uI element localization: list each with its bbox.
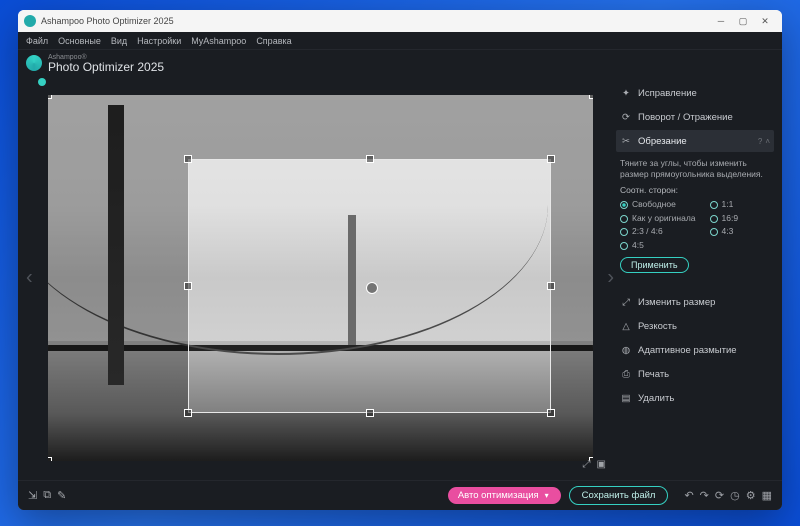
tool-delete[interactable]: ▤ Удалить: [616, 387, 774, 409]
minimize-button[interactable]: ─: [710, 13, 732, 29]
menu-help[interactable]: Справка: [256, 36, 291, 46]
crop-overlay[interactable]: [48, 95, 593, 461]
close-button[interactable]: ✕: [754, 13, 776, 29]
crop-handle-n[interactable]: [366, 155, 374, 163]
redo-icon[interactable]: ↷: [700, 489, 709, 502]
apply-crop-button[interactable]: Применить: [620, 257, 689, 273]
content-area: ‹ ›: [18, 76, 782, 480]
crop-options-panel: Тяните за углы, чтобы изменить размер пр…: [616, 154, 774, 289]
crop-handle-s[interactable]: [366, 409, 374, 417]
crop-handle-sw[interactable]: [184, 409, 192, 417]
tool-crop[interactable]: ✂ Обрезание ? ˄: [616, 130, 774, 152]
grid-icon[interactable]: ▦: [762, 489, 772, 502]
ratio-43[interactable]: 4:3: [710, 226, 739, 237]
tool-fix-label: Исправление: [638, 88, 697, 99]
ratio-23-46[interactable]: 2:3 / 4:6: [620, 226, 696, 237]
brand-row: Ashampoo® Photo Optimizer 2025: [18, 50, 782, 76]
delete-icon: ▤: [620, 393, 632, 404]
image-handle-ne[interactable]: [589, 95, 593, 99]
help-icon[interactable]: ?: [758, 137, 762, 146]
maximize-button[interactable]: ▢: [732, 13, 754, 29]
save-file-button[interactable]: Сохранить файл: [569, 486, 669, 505]
collapse-icon[interactable]: ˄: [765, 137, 770, 146]
prev-image-button[interactable]: ‹: [26, 267, 33, 290]
right-panel: ✦ Исправление ⟳ Поворот / Отражение ✂ Об…: [610, 76, 782, 480]
tool-sharpen[interactable]: △ Резкость: [616, 315, 774, 337]
ratio-original[interactable]: Как у оригинала: [620, 213, 696, 224]
tool-blur[interactable]: ◍ Адаптивное размытие: [616, 339, 774, 361]
bottom-bar: ⇲ ⧉ ✎ Авто оптимизация ▾ Сохранить файл …: [18, 480, 782, 510]
menu-settings[interactable]: Настройки: [137, 36, 181, 46]
image-handle-sw[interactable]: [48, 457, 52, 461]
tool-resize[interactable]: ⤢ Изменить размер: [616, 291, 774, 313]
brush-icon[interactable]: ✎: [57, 489, 66, 502]
history-icon[interactable]: ⟳: [715, 489, 724, 502]
crop-hint: Тяните за углы, чтобы изменить размер пр…: [620, 158, 770, 181]
crop-handle-center[interactable]: [366, 282, 378, 294]
brand-logo-icon: [26, 55, 42, 71]
timer-icon[interactable]: ◷: [730, 489, 740, 502]
menu-file[interactable]: Файл: [26, 36, 48, 46]
menubar: Файл Основные Вид Настройки MyAshampoo С…: [18, 32, 782, 50]
ratio-caption: Соотн. сторон:: [620, 185, 770, 196]
rotate-icon: ⟳: [620, 112, 632, 123]
undo-icon[interactable]: ↶: [684, 489, 693, 502]
tool-crop-label: Обрезание: [638, 136, 687, 147]
tool-resize-label: Изменить размер: [638, 297, 715, 308]
gear-icon[interactable]: ⚙: [746, 489, 756, 502]
crop-handle-ne[interactable]: [547, 155, 555, 163]
magic-wand-icon: ✦: [620, 88, 632, 99]
ratio-free[interactable]: Свободное: [620, 199, 696, 210]
tool-delete-label: Удалить: [638, 393, 674, 404]
auto-optimize-label: Авто оптимизация: [458, 490, 539, 501]
crop-handle-e[interactable]: [547, 282, 555, 290]
image-canvas[interactable]: [48, 95, 593, 461]
print-icon: ⎙: [620, 369, 632, 380]
sharpen-icon: △: [620, 321, 632, 332]
app-icon: [24, 15, 36, 27]
crop-handle-se[interactable]: [547, 409, 555, 417]
ratio-169[interactable]: 16:9: [710, 213, 739, 224]
menu-myashampoo[interactable]: MyAshampoo: [191, 36, 246, 46]
menu-main[interactable]: Основные: [58, 36, 101, 46]
next-image-button[interactable]: ›: [607, 267, 614, 290]
zoom-slider-handle[interactable]: [38, 78, 46, 86]
copy-icon[interactable]: ⧉: [43, 489, 51, 502]
import-icon[interactable]: ⇲: [28, 489, 37, 502]
tool-print-label: Печать: [638, 369, 669, 380]
crop-handle-w[interactable]: [184, 282, 192, 290]
tool-rotate-label: Поворот / Отражение: [638, 112, 733, 123]
blur-icon: ◍: [620, 345, 632, 356]
tool-blur-label: Адаптивное размытие: [638, 345, 737, 356]
crop-handle-nw[interactable]: [184, 155, 192, 163]
chevron-down-icon: ▾: [545, 491, 549, 500]
crop-icon: ✂: [620, 136, 632, 147]
brand-product: Photo Optimizer 2025: [48, 61, 164, 73]
tool-fix[interactable]: ✦ Исправление: [616, 82, 774, 104]
titlebar: Ashampoo Photo Optimizer 2025 ─ ▢ ✕: [18, 10, 782, 32]
app-body: Файл Основные Вид Настройки MyAshampoo С…: [18, 32, 782, 510]
resize-icon: ⤢: [620, 297, 632, 308]
app-window: Ashampoo Photo Optimizer 2025 ─ ▢ ✕ Файл…: [18, 10, 782, 510]
tool-print[interactable]: ⎙ Печать: [616, 363, 774, 385]
fit-screen-icon[interactable]: ⤢: [583, 459, 591, 470]
tool-rotate[interactable]: ⟳ Поворот / Отражение: [616, 106, 774, 128]
auto-optimize-button[interactable]: Авто оптимизация ▾: [448, 487, 561, 504]
canvas-area: ‹ ›: [30, 82, 610, 474]
menu-view[interactable]: Вид: [111, 36, 127, 46]
image-handle-nw[interactable]: [48, 95, 52, 99]
ratio-45[interactable]: 4:5: [620, 240, 696, 251]
compare-toggle-icon[interactable]: ▣: [597, 459, 606, 470]
ratio-11[interactable]: 1:1: [710, 199, 739, 210]
tool-sharpen-label: Резкость: [638, 321, 677, 332]
window-title: Ashampoo Photo Optimizer 2025: [41, 16, 710, 26]
